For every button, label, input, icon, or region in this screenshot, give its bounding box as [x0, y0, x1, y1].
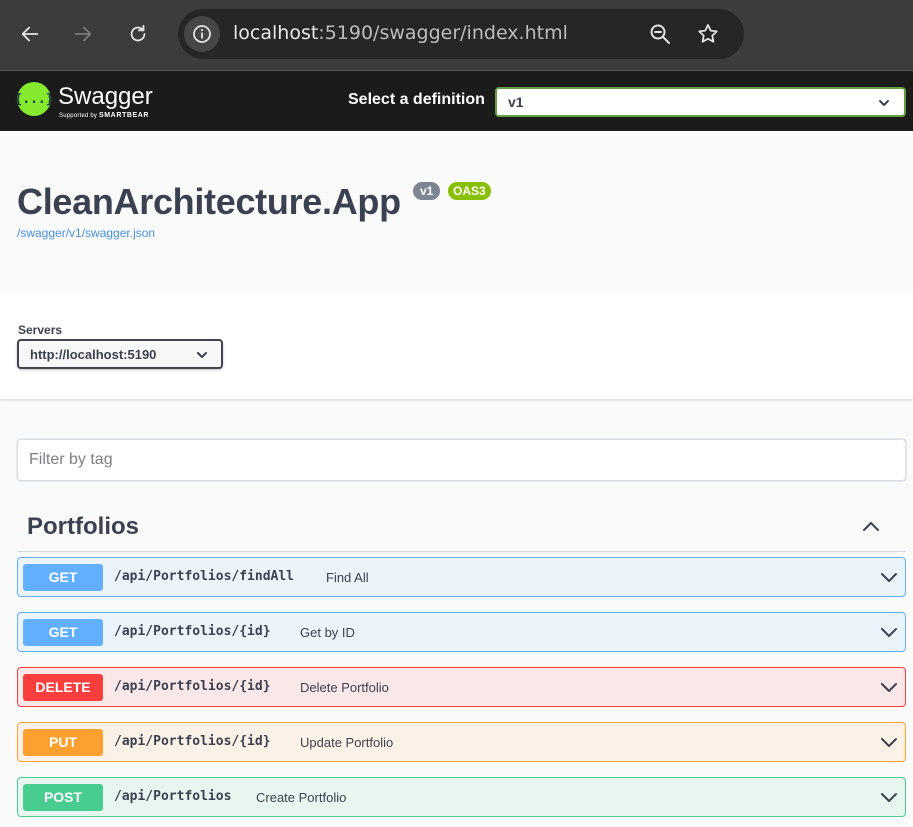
- back-arrow-icon[interactable]: [13, 17, 47, 51]
- servers-select[interactable]: http://localhost:5190: [17, 339, 223, 369]
- operation-path: /api/Portfolios/{id}: [114, 734, 271, 749]
- swagger-logo-subtitle: Supported by SMARTBEAR: [59, 112, 149, 119]
- definition-select[interactable]: v1: [495, 87, 906, 117]
- operation-get-by-id[interactable]: GET /api/Portfolios/{id} Get by ID: [17, 612, 906, 652]
- zoom-icon[interactable]: [648, 22, 672, 46]
- address-bar[interactable]: localhost:5190/swagger/index.html: [178, 9, 744, 59]
- tag-header-portfolios[interactable]: Portfolios: [17, 502, 906, 552]
- operation-post-portfolio[interactable]: POST /api/Portfolios Create Portfolio: [17, 777, 906, 817]
- oas-badge: OAS3: [448, 182, 491, 200]
- definition-value: v1: [508, 94, 524, 110]
- operation-put-portfolio[interactable]: PUT /api/Portfolios/{id} Update Portfoli…: [17, 722, 906, 762]
- site-info-icon[interactable]: [184, 16, 220, 52]
- method-badge: GET: [23, 619, 103, 646]
- tag-title[interactable]: Portfolios: [27, 513, 139, 541]
- operation-summary: Delete Portfolio: [300, 680, 389, 695]
- swagger-logo-icon[interactable]: {...}: [14, 82, 54, 116]
- browser-toolbar: localhost:5190/swagger/index.html: [0, 0, 913, 70]
- servers-section: Servers http://localhost:5190: [0, 291, 913, 400]
- reload-icon[interactable]: [121, 17, 155, 51]
- operation-summary: Update Portfolio: [300, 735, 394, 750]
- url-text[interactable]: localhost:5190/swagger/index.html: [233, 22, 568, 44]
- method-badge: GET: [23, 564, 103, 591]
- logo-sub-brand: SMARTBEAR: [98, 112, 150, 119]
- api-info: CleanArchitecture.App v1 OAS3 /swagger/v…: [0, 131, 913, 291]
- operation-path: /api/Portfolios/findAll: [114, 569, 295, 584]
- operation-delete-portfolio[interactable]: DELETE /api/Portfolios/{id} Delete Portf…: [17, 667, 906, 707]
- operation-summary: Create Portfolio: [256, 790, 347, 805]
- servers-value: http://localhost:5190: [30, 347, 157, 362]
- chevron-down-icon: [197, 352, 207, 358]
- url-host: localhost: [233, 22, 319, 44]
- operation-path: /api/Portfolios/{id}: [114, 679, 271, 694]
- operation-get-findall[interactable]: GET /api/Portfolios/findAll Find All: [17, 557, 906, 597]
- definition-label: Select a definition: [348, 91, 485, 108]
- filter-input[interactable]: [18, 440, 905, 480]
- spec-json-link[interactable]: /swagger/v1/swagger.json: [17, 226, 155, 240]
- filter-by-tag[interactable]: [17, 439, 906, 481]
- url-path: :5190/swagger/index.html: [318, 22, 568, 44]
- method-badge: POST: [23, 784, 103, 811]
- chevron-down-icon[interactable]: [880, 790, 898, 806]
- method-badge: DELETE: [23, 674, 103, 701]
- chevron-down-icon[interactable]: [880, 570, 898, 586]
- swagger-logo-text[interactable]: Swagger: [58, 83, 153, 111]
- chevron-down-icon: [879, 100, 889, 106]
- chevron-down-icon[interactable]: [880, 625, 898, 641]
- servers-label: Servers: [18, 323, 63, 337]
- chevron-up-icon[interactable]: [861, 516, 881, 536]
- logo-sub-prefix: Supported by: [59, 113, 98, 119]
- bookmark-star-icon[interactable]: [696, 22, 720, 46]
- swagger-topbar: {...} Swagger Supported by SMARTBEAR Sel…: [0, 70, 913, 131]
- chevron-down-icon[interactable]: [880, 680, 898, 696]
- operation-path: /api/Portfolios/{id}: [114, 624, 271, 639]
- version-badge: v1: [413, 182, 441, 200]
- forward-arrow-icon[interactable]: [66, 17, 100, 51]
- method-badge: PUT: [23, 729, 103, 756]
- operation-summary: Find All: [326, 570, 369, 585]
- chevron-down-icon[interactable]: [880, 735, 898, 751]
- api-title: CleanArchitecture.App: [17, 181, 401, 222]
- operation-path: /api/Portfolios: [114, 789, 232, 804]
- operation-summary: Get by ID: [300, 625, 355, 640]
